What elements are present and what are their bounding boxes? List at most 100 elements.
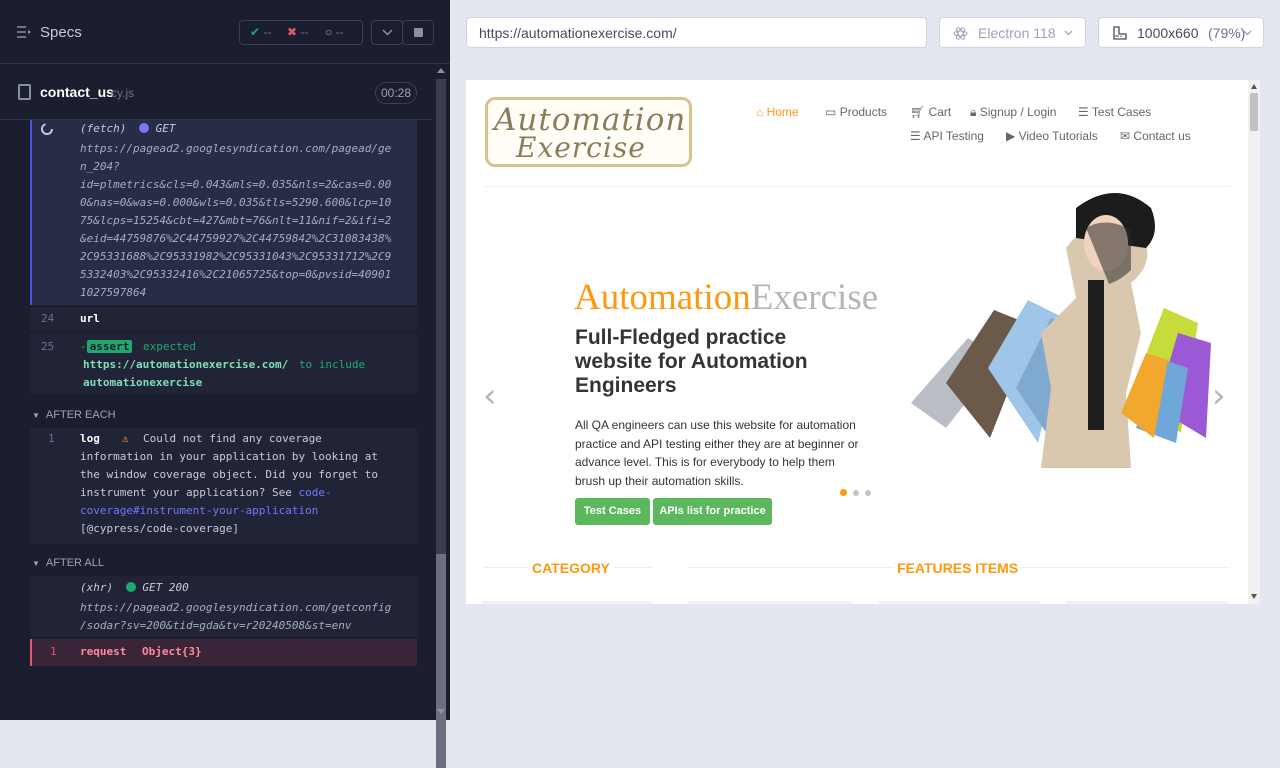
scroll-up-icon[interactable] [1251,84,1257,89]
cart-icon: 🛒︎ [910,105,926,119]
reporter-scrollbar[interactable] [432,64,450,768]
stop-icon [414,28,423,37]
chevron-down-icon [382,29,393,36]
assert-include: to include [298,358,366,371]
spec-file-ext: cy.js [111,86,135,100]
url-bar[interactable]: https://automationexercise.com/ [466,17,927,48]
product-card-top [688,601,852,604]
failed-stat: ✖ -- [287,25,308,39]
electron-icon [953,27,968,40]
reporter-header: Specs ✔ -- ✖ -- ○ -- [0,0,450,64]
app-iframe: Automation Exercise ⌂ Home ▭ Products 🛒︎… [466,80,1260,604]
carousel-dot-active[interactable] [840,489,847,496]
assert-command[interactable]: 25 - assert expected https://automationex… [30,334,417,394]
chevron-down-icon: ▼ [32,411,40,420]
passed-count: -- [263,25,272,39]
scroll-down-icon[interactable] [437,709,445,714]
spec-file-name: contact_us [40,84,114,100]
carousel-prev[interactable]: ‹ [483,376,497,416]
hero-brand: AutomationExercise [574,277,879,318]
hero-text: All QA engineers can use this website fo… [575,418,859,488]
status-dot [125,582,136,592]
product-card-top [878,601,1040,604]
nav-video[interactable]: ▶ Video Tutorials [1006,129,1098,143]
spec-file-row: contact_us cy.js 00:28 [0,64,432,120]
command-log: (fetch) GET https://pagead2.googlesyndic… [0,120,432,680]
test-cases-button[interactable]: Test Cases [575,498,650,525]
assert-badge: assert [86,340,133,353]
request-command-failed[interactable]: 1 request Object{3} [30,639,417,666]
assert-dash: - [80,340,87,353]
logo-line2: Exercise [516,131,646,164]
nav-test-cases[interactable]: ☰ Test Cases [1078,105,1151,119]
coverage-link-cont[interactable]: coverage#instrument-your-application [80,502,378,520]
page-scrollbar[interactable] [1248,80,1260,604]
command-name: url [80,312,100,325]
xhr-command[interactable]: (xhr) GET 200 https://pagead2.googlesynd… [30,576,417,636]
after-all-header[interactable]: ▼ AFTER ALL [32,554,104,573]
carousel-dot[interactable] [853,490,859,496]
assert-expected: expected [143,340,196,353]
product-card-top [1066,601,1228,604]
header-divider [484,186,1230,187]
chevron-down-button[interactable] [371,20,403,45]
file-icon [18,84,31,100]
assert-value: https://automationexercise.com/ [83,358,289,371]
home-icon: ⌂ [756,105,764,119]
nav-contact[interactable]: ✉ Contact us [1120,129,1191,143]
command-number: 25 [41,340,55,353]
youtube-icon: ▶ [1006,129,1016,143]
failed-count: -- [300,25,309,39]
command-number: 1 [48,432,55,445]
category-heading: CATEGORY [528,560,614,576]
browser-name: Electron 118 [978,25,1056,41]
nav-signup[interactable]: 🔒︎ Signup / Login [970,105,1056,120]
command-number: 24 [41,312,55,325]
fetch-command[interactable]: (fetch) GET https://pagead2.googlesyndic… [30,120,417,305]
spinner-icon [41,123,53,135]
coverage-link[interactable]: code- [299,486,332,499]
browser-selector[interactable]: Electron 118 [939,17,1086,48]
log-command[interactable]: 1 log ⚠ Could not find any coverage info… [30,428,417,544]
fetch-type: (fetch) [80,122,127,135]
chevron-down-icon: ▼ [32,559,40,568]
pending-stat: ○ -- [325,25,344,39]
duration-badge: 00:28 [375,82,417,104]
scroll-thumb[interactable] [436,554,446,768]
nav-home[interactable]: ⌂ Home [756,105,799,119]
scroll-up-icon[interactable] [437,68,445,73]
apis-list-button[interactable]: APIs list for practice [653,498,772,525]
viewport-zoom: (79%) [1208,25,1246,41]
features-heading: FEATURES ITEMS [894,560,1022,576]
check-icon: ✔ [250,25,261,39]
url-command[interactable]: 24 url [30,308,417,330]
envelope-icon: ✉ [1120,129,1131,143]
pending-count: -- [335,25,344,39]
viewport-selector[interactable]: 1000x660 (79%) [1098,17,1264,48]
specs-label[interactable]: Specs [40,24,82,41]
log-message: Could not find any coverage information … [80,432,379,535]
scroll-down-icon[interactable] [1251,594,1257,599]
fetch-method: GET [155,122,176,135]
reporter-panel: Specs ✔ -- ✖ -- ○ -- contact_us cy.js 00… [0,0,450,768]
nav-api-testing[interactable]: ☰ API Testing [910,129,984,143]
after-each-header[interactable]: ▼ AFTER EACH [32,406,116,425]
chevron-down-icon [1064,30,1073,36]
x-icon: ✖ [287,25,298,39]
viewport-size: 1000x660 [1137,25,1199,41]
status-dot [138,123,149,133]
ruler-icon [1113,26,1127,40]
nav-products[interactable]: ▭ Products [825,105,887,119]
nav-cart[interactable]: 🛒︎ Cart [910,105,951,119]
stop-button[interactable] [402,20,434,45]
test-stats: ✔ -- ✖ -- ○ -- [239,20,363,45]
hero-image [911,193,1211,468]
list-icon: ☰ [910,129,921,143]
list-icon: ☰ [1078,105,1089,119]
page-scroll-thumb[interactable] [1250,93,1258,131]
category-panel-top [482,601,652,604]
fetch-url: https://pagead2.googlesyndication.com/pa… [80,142,392,299]
site-logo[interactable]: Automation Exercise [485,97,692,167]
carousel-dot[interactable] [865,490,871,496]
specs-list-icon[interactable] [16,25,32,39]
